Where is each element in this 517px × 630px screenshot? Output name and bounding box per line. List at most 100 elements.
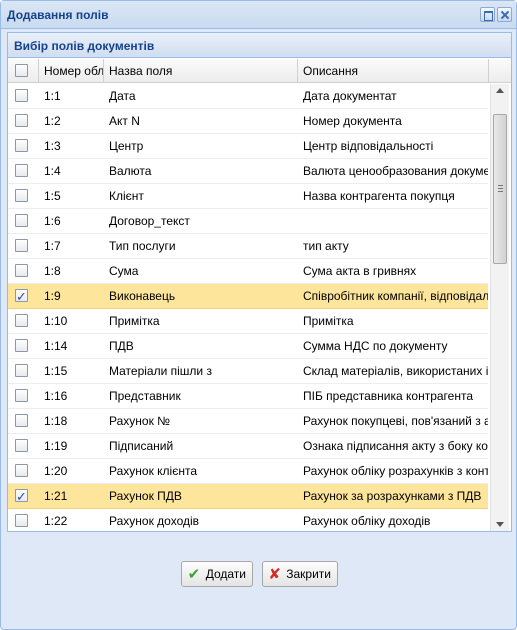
cell-desc: Номер документа	[303, 114, 402, 128]
table-row[interactable]: 1:16 Представник ПІБ представника контраге…	[8, 384, 488, 409]
row-checkbox-cell[interactable]	[8, 384, 38, 408]
row-checkbox[interactable]	[15, 89, 28, 102]
table-row[interactable]: 1:6 Договор_текст	[8, 209, 488, 234]
cell-desc: Ознака підписання акту з боку кон	[303, 439, 488, 453]
table-row[interactable]: 1:8 Сума Сума акта в гривнях	[8, 259, 488, 284]
cell-desc: Примітка	[303, 314, 354, 328]
row-checkbox[interactable]	[15, 389, 28, 402]
header-filler	[489, 59, 511, 83]
close-icon[interactable]	[497, 7, 512, 22]
row-checkbox-cell[interactable]	[8, 134, 38, 158]
vertical-scrollbar[interactable]	[490, 84, 509, 531]
row-checkbox[interactable]	[15, 189, 28, 202]
cell-desc: Сумма НДС по документу	[303, 339, 448, 353]
row-checkbox-cell[interactable]	[8, 159, 38, 183]
cell-num: 1:20	[44, 464, 68, 478]
row-checkbox-cell[interactable]	[8, 484, 38, 508]
row-checkbox-cell[interactable]	[8, 84, 38, 108]
table-row[interactable]: 1:15 Матеріали пішли з Склад матеріалів, в…	[8, 359, 488, 384]
row-checkbox[interactable]	[15, 486, 28, 508]
row-checkbox[interactable]	[15, 314, 28, 327]
table-row[interactable]: 1:10 Примітка Примітка	[8, 309, 488, 334]
header-select-all[interactable]	[8, 59, 39, 83]
row-checkbox[interactable]	[15, 364, 28, 377]
cell-desc: Рахунок за розрахунками з ПДВ	[303, 489, 482, 503]
table-row[interactable]: 1:1 Дата Дата документат	[8, 84, 488, 109]
table-row[interactable]: 1:19 Підписаний Ознака підписання акту з б…	[8, 434, 488, 459]
row-checkbox[interactable]	[15, 139, 28, 152]
maximize-icon[interactable]	[480, 7, 495, 22]
scroll-up-icon[interactable]	[496, 88, 504, 93]
cell-name: Представник	[109, 389, 181, 403]
scroll-thumb[interactable]	[493, 114, 507, 264]
cell-name: ПДВ	[109, 339, 134, 353]
scroll-down-icon[interactable]	[496, 522, 504, 527]
table-row[interactable]: 1:14 ПДВ Сумма НДС по документу	[8, 334, 488, 359]
row-checkbox[interactable]	[15, 264, 28, 277]
table-row[interactable]: 1:4 Валюта Валюта ценообразования докуме	[8, 159, 488, 184]
row-checkbox-cell[interactable]	[8, 109, 38, 133]
header-desc[interactable]: Описання	[298, 59, 489, 83]
cell-name: Сума	[109, 264, 139, 278]
row-checkbox[interactable]	[15, 514, 28, 527]
row-checkbox-cell[interactable]	[8, 409, 38, 433]
window-titlebar[interactable]: Додавання полів	[1, 1, 516, 29]
row-checkbox[interactable]	[15, 414, 28, 427]
cell-name: Договор_текст	[109, 214, 190, 228]
panel-header: Вибір полів документів	[8, 33, 511, 58]
row-checkbox-cell[interactable]	[8, 284, 38, 308]
cell-name: Рахунок доходів	[109, 514, 200, 528]
close-button[interactable]: ✘ Закрити	[262, 561, 338, 587]
cell-num: 1:21	[44, 489, 68, 503]
row-checkbox-cell[interactable]	[8, 434, 38, 458]
grid-header: Номер обл Назва поля Описання	[8, 59, 511, 83]
table-row[interactable]: 1:5 Клієнт Назва контрагента покупця	[8, 184, 488, 209]
row-checkbox[interactable]	[15, 286, 28, 308]
cell-name: Клієнт	[109, 189, 144, 203]
table-row[interactable]: 1:2 Акт N Номер документа	[8, 109, 488, 134]
header-num[interactable]: Номер обл	[39, 59, 104, 83]
table-row[interactable]: 1:20 Рахунок клієнта Рахунок обліку розрах…	[8, 459, 488, 484]
dialog-window: Додавання полів Вибір полів документів Н…	[0, 0, 517, 630]
row-checkbox[interactable]	[15, 164, 28, 177]
cell-num: 1:22	[44, 514, 68, 528]
cell-name: Виконавець	[109, 289, 176, 303]
row-checkbox[interactable]	[15, 239, 28, 252]
button-bar: ✔ Додати ✘ Закрити	[1, 561, 516, 591]
row-checkbox-cell[interactable]	[8, 184, 38, 208]
row-checkbox[interactable]	[15, 114, 28, 127]
row-checkbox[interactable]	[15, 464, 28, 477]
row-checkbox-cell[interactable]	[8, 259, 38, 283]
row-checkbox-cell[interactable]	[8, 334, 38, 358]
row-checkbox-cell[interactable]	[8, 509, 38, 531]
grid-body: 1:22 Рахунок доходів Рахунок обліку доході…	[8, 84, 511, 531]
cell-desc: Валюта ценообразования докуме	[303, 164, 488, 178]
cell-name: Тип послуги	[109, 239, 176, 253]
row-checkbox-cell[interactable]	[8, 459, 38, 483]
row-checkbox[interactable]	[15, 439, 28, 452]
add-button[interactable]: ✔ Додати	[181, 561, 253, 587]
header-name[interactable]: Назва поля	[104, 59, 298, 83]
cell-desc: Рахунок обліку доходів	[303, 514, 431, 528]
table-row[interactable]: 1:22 Рахунок доходів Рахунок обліку доході…	[8, 509, 488, 531]
table-row[interactable]: 1:9 Виконавець Співробітник компанії, відп…	[8, 284, 488, 309]
cell-desc: Склад матеріалів, використаних і	[303, 364, 488, 378]
row-checkbox-cell[interactable]	[8, 234, 38, 258]
table-row[interactable]: 1:7 Тип послуги тип акту	[8, 234, 488, 259]
select-all-checkbox[interactable]	[15, 64, 28, 77]
window-title: Додавання полів	[7, 8, 109, 22]
cell-name: Рахунок №	[109, 414, 171, 428]
row-checkbox-cell[interactable]	[8, 359, 38, 383]
row-checkbox[interactable]	[15, 339, 28, 352]
table-row[interactable]: 1:18 Рахунок № Рахунок покупцеві, пов'язан…	[8, 409, 488, 434]
cell-num: 1:15	[44, 364, 68, 378]
cell-desc	[298, 209, 488, 233]
table-row[interactable]: 1:21 Рахунок ПДВ Рахунок за розрахунками з…	[8, 484, 488, 509]
cell-num: 1:6	[44, 214, 61, 228]
row-checkbox-cell[interactable]	[8, 309, 38, 333]
row-checkbox-cell[interactable]	[8, 209, 38, 233]
table-row[interactable]: 1:3 Центр Центр відповідальності	[8, 134, 488, 159]
cell-num: 1:14	[44, 339, 68, 353]
cell-name: Матеріали пішли з	[109, 364, 212, 378]
row-checkbox[interactable]	[15, 214, 28, 227]
